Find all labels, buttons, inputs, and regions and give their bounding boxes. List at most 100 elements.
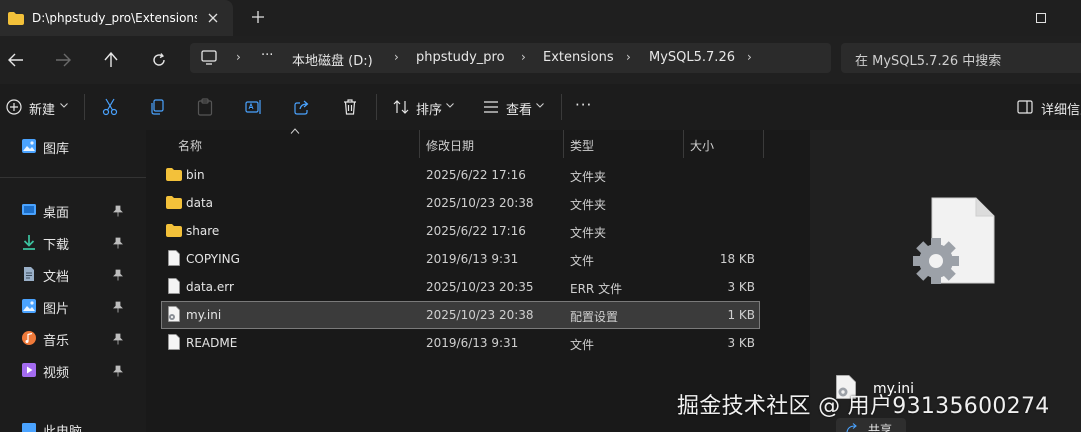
sidebar-item-label: 下载 (43, 238, 70, 253)
chevron-right-icon[interactable]: › (394, 50, 399, 64)
refresh-icon[interactable] (143, 46, 175, 74)
view-icon[interactable] (479, 96, 503, 118)
chevron-down-icon[interactable] (446, 103, 454, 108)
details-pane-icon[interactable] (1013, 96, 1037, 118)
back-icon[interactable] (0, 46, 32, 74)
search-input[interactable]: 在 MySQL5.7.26 中搜索 (855, 50, 1001, 69)
breadcrumb-item-mysql[interactable]: MySQL5.7.26 (649, 50, 735, 65)
sort-icon[interactable] (389, 96, 413, 118)
sort-button[interactable]: 排序 (416, 99, 442, 118)
column-header-date[interactable]: 修改日期 (426, 137, 474, 154)
active-tab[interactable]: D:\phpstudy_pro\Extensions\M (0, 0, 233, 36)
sidebar-item-label: 桌面 (43, 206, 70, 221)
file-type: 文件 (570, 338, 595, 352)
file-date: 2025/10/23 20:35 (426, 280, 534, 294)
table-row[interactable]: README 2019/6/13 9:31 文件 3 KB (162, 330, 759, 356)
sort-arrow-icon (290, 128, 300, 134)
table-row[interactable]: data 2025/10/23 20:38 文件夹 (162, 190, 759, 216)
sidebar-item-label: 图库 (43, 142, 70, 157)
table-row-selected[interactable]: my.ini 2025/10/23 20:38 配置设置 1 KB (161, 301, 760, 329)
file-size: 1 KB (727, 308, 755, 322)
forward-icon[interactable] (47, 46, 79, 74)
sidebar-item-desktop[interactable]: 桌面 (0, 196, 146, 224)
pin-icon[interactable] (113, 205, 123, 217)
file-type: 文件夹 (570, 198, 607, 212)
sidebar-item-gallery[interactable]: 图库 (0, 132, 146, 160)
column-header-size[interactable]: 大小 (690, 137, 714, 154)
copy-icon[interactable] (145, 96, 169, 118)
file-type: 配置设置 (570, 310, 619, 324)
file-name: share (186, 224, 220, 238)
desktop-icon (21, 202, 37, 218)
cut-icon[interactable] (98, 96, 122, 118)
column-divider[interactable] (683, 130, 684, 158)
table-row[interactable]: data.err 2025/10/23 20:35 ERR 文件 3 KB (162, 274, 759, 300)
file-size: 3 KB (727, 336, 755, 350)
table-row[interactable]: bin 2025/6/22 17:16 文件夹 (162, 162, 759, 188)
more-options-button[interactable]: ··· (575, 96, 592, 114)
table-row[interactable]: COPYING 2019/6/13 9:31 文件 18 KB (162, 246, 759, 272)
file-name: data (186, 196, 214, 210)
column-divider[interactable] (419, 130, 420, 158)
pin-icon[interactable] (113, 301, 123, 313)
new-tab-icon[interactable] (251, 10, 265, 24)
sidebar-item-this-pc[interactable]: 此电脑 (0, 418, 146, 432)
new-button[interactable]: 新建 (29, 99, 55, 118)
sidebar-item-label: 此电脑 (43, 421, 82, 432)
folder-icon (166, 224, 182, 237)
sidebar-item-downloads[interactable]: 下载 (0, 228, 146, 256)
column-divider[interactable] (563, 130, 564, 158)
pin-icon[interactable] (113, 365, 123, 377)
watermark-text: 掘金技术社区 @ 用户93135600274 (677, 394, 1050, 419)
sidebar-item-music[interactable]: 音乐 (0, 324, 146, 352)
share-button[interactable]: 共享 (836, 418, 906, 432)
file-size: 18 KB (719, 252, 755, 266)
chevron-right-icon[interactable]: › (236, 50, 241, 64)
download-icon (21, 234, 37, 250)
settings-file-large-icon (912, 197, 996, 285)
document-icon (21, 266, 37, 282)
add-icon[interactable] (2, 96, 26, 118)
up-icon[interactable] (95, 46, 127, 74)
pin-icon[interactable] (113, 269, 123, 281)
tab-title: D:\phpstudy_pro\Extensions\M (32, 11, 197, 25)
delete-icon[interactable] (338, 96, 362, 118)
sidebar-item-documents[interactable]: 文档 (0, 260, 146, 288)
sidebar-item-videos[interactable]: 视频 (0, 356, 146, 384)
column-divider[interactable] (763, 130, 764, 158)
folder-icon (166, 196, 182, 209)
close-tab-icon[interactable] (207, 12, 219, 24)
file-date: 2025/6/22 17:16 (426, 224, 526, 238)
maximize-icon[interactable] (1018, 0, 1064, 36)
settings-file-icon (167, 306, 181, 322)
chevron-right-icon[interactable]: › (747, 50, 752, 64)
file-date: 2025/10/23 20:38 (426, 308, 534, 322)
chevron-down-icon[interactable] (60, 103, 68, 108)
pin-icon[interactable] (113, 237, 123, 249)
picture-icon (21, 298, 37, 314)
chevron-down-icon[interactable] (536, 103, 544, 108)
sidebar-item-label: 视频 (43, 366, 70, 381)
paste-icon[interactable] (193, 96, 217, 118)
share-icon[interactable] (290, 96, 314, 118)
chevron-right-icon[interactable]: › (521, 50, 526, 64)
sidebar-item-label: 音乐 (43, 334, 70, 349)
file-type: 文件夹 (570, 170, 607, 184)
pin-icon[interactable] (113, 333, 123, 345)
breadcrumb-item-drive[interactable]: 本地磁盘 (D:) (292, 50, 373, 69)
chevron-right-icon[interactable]: › (626, 50, 631, 64)
view-button[interactable]: 查看 (506, 99, 532, 118)
breadcrumb-more[interactable]: ··· (261, 48, 273, 63)
column-header-name[interactable]: 名称 (178, 137, 202, 154)
breadcrumb-item-phpstudy[interactable]: phpstudy_pro (416, 50, 505, 65)
file-icon (168, 250, 180, 266)
rename-icon[interactable] (242, 96, 266, 118)
video-icon (21, 362, 37, 378)
sidebar-item-pictures[interactable]: 图片 (0, 292, 146, 320)
folder-icon (166, 168, 182, 181)
table-row[interactable]: share 2025/6/22 17:16 文件夹 (162, 218, 759, 244)
details-button[interactable]: 详细信息 (1041, 99, 1081, 118)
column-header-type[interactable]: 类型 (570, 137, 594, 154)
breadcrumb-item-extensions[interactable]: Extensions (543, 50, 614, 65)
file-type: 文件夹 (570, 226, 607, 240)
